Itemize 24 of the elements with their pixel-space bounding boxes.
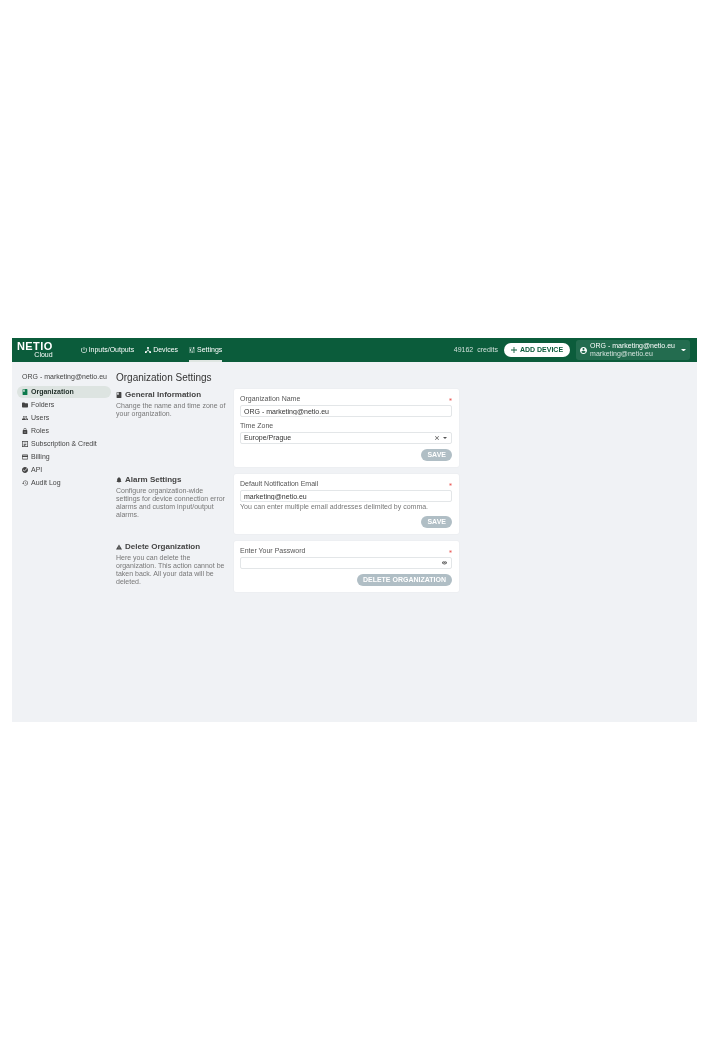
- card-icon: [22, 441, 28, 447]
- power-icon: [80, 347, 87, 353]
- book-icon: [22, 389, 28, 395]
- clear-icon[interactable]: [435, 436, 439, 440]
- folder-icon: [22, 402, 28, 408]
- section-title: General Information: [125, 390, 201, 399]
- caret-icon: [681, 348, 686, 352]
- section-title: Alarm Settings: [125, 475, 182, 484]
- credit-card-icon: [22, 454, 28, 460]
- password-field[interactable]: [240, 557, 452, 569]
- account-icon: [580, 346, 588, 354]
- book-icon: [116, 391, 122, 398]
- sliders-icon: [189, 347, 196, 353]
- section-title: Delete Organization: [125, 542, 201, 551]
- hub-icon: [145, 347, 152, 353]
- logo-text: NETIO: [17, 342, 53, 351]
- caret-icon[interactable]: [443, 437, 447, 439]
- bell-icon: [116, 476, 122, 483]
- eye-icon[interactable]: [442, 561, 447, 565]
- history-icon: [22, 480, 28, 486]
- users-icon: [22, 415, 28, 421]
- warning-icon: [116, 543, 122, 550]
- page-title: Organization Settings: [116, 372, 213, 383]
- lock-icon: [22, 428, 28, 434]
